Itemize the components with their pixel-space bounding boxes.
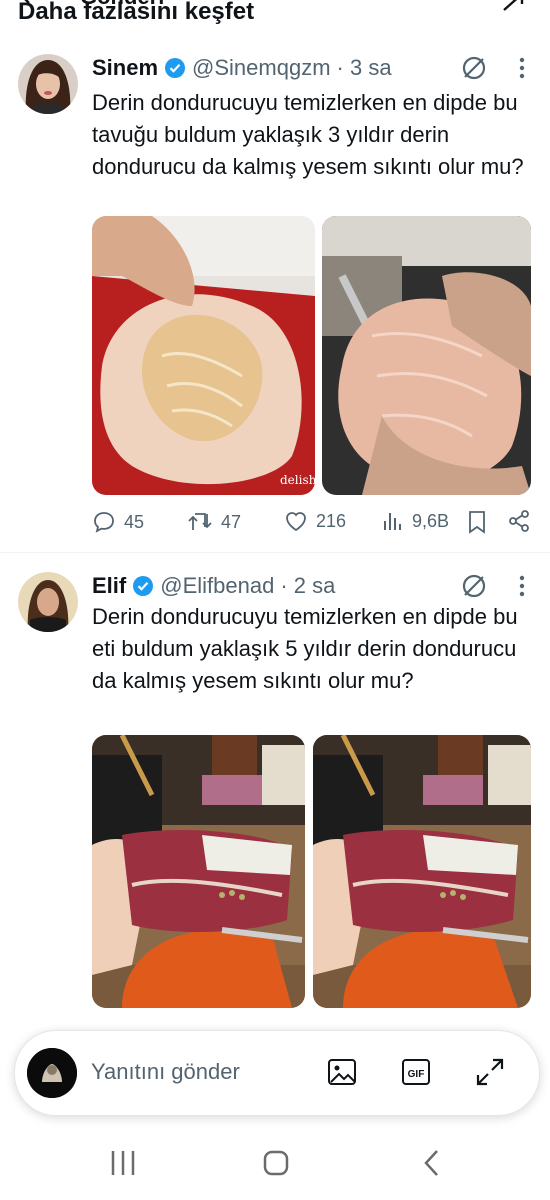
tweet-image[interactable] (313, 735, 531, 1008)
home-icon[interactable] (262, 1148, 290, 1183)
avatar[interactable] (18, 572, 78, 632)
author-handle[interactable]: @Elifbenad (160, 573, 274, 599)
repost-icon (188, 513, 212, 530)
views-button[interactable]: 9,6B (382, 510, 449, 532)
author-name[interactable]: Elif (92, 573, 126, 599)
divider (0, 552, 550, 553)
expand-arrow-icon[interactable] (498, 0, 528, 17)
share-icon (509, 510, 529, 532)
image-watermark: delish (280, 473, 315, 487)
gif-icon[interactable]: GIF (401, 1057, 431, 1092)
tweet-text: Derin dondurucuyu temizlerken en dipde b… (92, 90, 524, 179)
section-heading: Daha fazlasını keşfet (18, 0, 255, 25)
author-name[interactable]: Sinem (92, 55, 158, 81)
tweet-actions: 45 47 216 9,6B (92, 510, 532, 540)
repost-button[interactable]: 47 (187, 510, 241, 534)
tweet-image[interactable] (322, 216, 531, 495)
timestamp[interactable]: · 3 sa (337, 55, 392, 81)
top-header: Gönderi Daha fazlasını keşfet (0, 0, 550, 34)
reply-composer[interactable]: Yanıtını gönder GIF (14, 1030, 540, 1116)
like-button[interactable]: 216 (284, 510, 346, 532)
tweet-text: Derin dondurucuyu temizlerken en dipde b… (92, 604, 518, 693)
reply-button[interactable]: 45 (92, 510, 144, 534)
reply-count: 45 (124, 511, 145, 532)
avatar[interactable] (27, 1048, 77, 1098)
author-row: Sinem @Sinemqgzm · 3 sa (92, 53, 392, 83)
views-icon (384, 513, 401, 530)
reply-icon (94, 512, 114, 533)
views-count: 9,6B (412, 510, 450, 531)
tweet-image[interactable] (92, 735, 305, 1008)
system-nav-bar (0, 1128, 550, 1200)
more-icon[interactable] (518, 56, 526, 85)
verified-badge-icon (164, 57, 186, 79)
tweet[interactable]: Elif @Elifbenad · 2 sa Derin dondurucuyu… (0, 560, 550, 1030)
verified-badge-icon (132, 575, 154, 597)
tweet-image[interactable]: delish (92, 216, 315, 495)
timestamp[interactable]: · 2 sa (280, 573, 335, 599)
bookmark-button[interactable] (467, 510, 487, 534)
author-handle[interactable]: @Sinemqgzm (192, 55, 331, 81)
expand-icon[interactable] (475, 1057, 505, 1092)
image-icon[interactable] (327, 1057, 357, 1092)
bookmark-icon (469, 511, 485, 534)
recents-icon[interactable] (110, 1148, 136, 1183)
reply-input[interactable]: Yanıtını gönder (91, 1059, 240, 1085)
avatar[interactable] (18, 54, 78, 114)
gif-label: GIF (408, 1069, 425, 1080)
share-button[interactable] (508, 510, 530, 532)
grok-icon[interactable] (460, 54, 488, 87)
like-icon (286, 512, 306, 532)
back-nav-icon[interactable] (420, 1148, 444, 1183)
like-count: 216 (316, 510, 347, 531)
more-icon[interactable] (518, 574, 526, 603)
author-row: Elif @Elifbenad · 2 sa (92, 571, 335, 601)
repost-count: 47 (221, 511, 242, 532)
tweet[interactable]: Sinem @Sinemqgzm · 3 sa Derin dondurucuy… (0, 40, 550, 552)
